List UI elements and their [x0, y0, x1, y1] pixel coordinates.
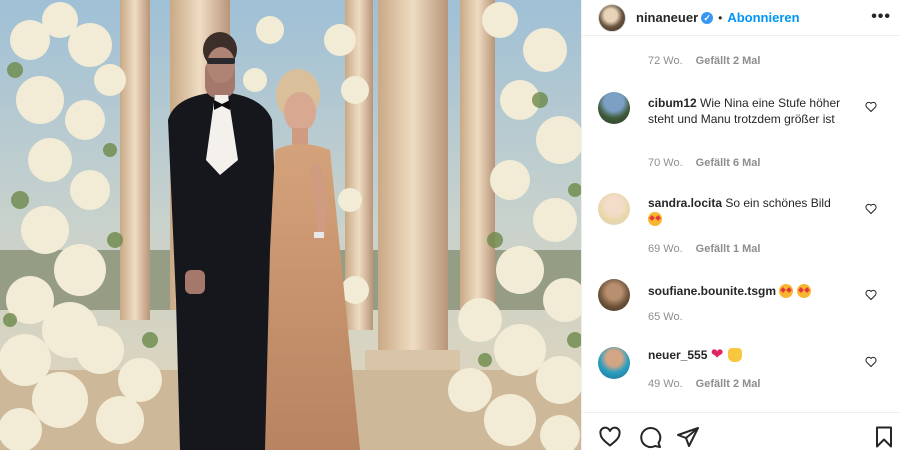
- star-struck-emoji-icon: [779, 284, 794, 298]
- comment-text: soufiane.bounite.tsgm: [648, 283, 858, 299]
- comment-like-icon[interactable]: [865, 101, 877, 113]
- comment-like-icon[interactable]: [865, 289, 877, 301]
- author-avatar[interactable]: [598, 3, 626, 32]
- comment-likes[interactable]: Gefällt 6 Mal: [696, 157, 761, 169]
- comment-bubble-icon[interactable]: [638, 425, 662, 449]
- comment-meta: 65 Wo.: [648, 311, 683, 323]
- comment-meta: 69 Wo. Gefällt 1 Mal: [648, 243, 760, 255]
- comment-text: neuer_555: [648, 346, 858, 363]
- red-heart-emoji-icon: [711, 346, 725, 362]
- comment-list[interactable]: 72 Wo. Gefällt 2 Mal cibum12 Wie Nina ei…: [582, 37, 900, 410]
- comment-like-icon[interactable]: [865, 356, 877, 368]
- comment-body: So ein schönes Bild: [725, 196, 831, 210]
- comment-meta: 49 Wo. Gefällt 2 Mal: [648, 378, 760, 390]
- raising-hands-emoji-icon: [728, 348, 743, 362]
- caption-meta: 72 Wo. Gefällt 2 Mal: [648, 55, 760, 67]
- star-struck-emoji-icon: [796, 284, 811, 298]
- comment-username[interactable]: sandra.locita: [648, 196, 722, 210]
- paper-plane-icon[interactable]: [676, 425, 700, 449]
- comment-time[interactable]: 69 Wo.: [648, 243, 683, 255]
- comment-username[interactable]: neuer_555: [648, 348, 707, 362]
- commenter-avatar[interactable]: [598, 92, 630, 124]
- comment-likes[interactable]: Gefällt 1 Mal: [696, 243, 761, 255]
- author-username[interactable]: ninaneuer: [636, 10, 698, 25]
- post-header: ninaneuer ✓ • Abonnieren •••: [582, 0, 900, 36]
- more-options-icon[interactable]: •••: [871, 8, 891, 26]
- verified-badge-icon: ✓: [701, 11, 714, 24]
- commenter-avatar[interactable]: [598, 347, 630, 379]
- comment-username[interactable]: soufiane.bounite.tsgm: [648, 284, 776, 298]
- post-actions-bar: [582, 412, 900, 450]
- wedding-photo-illustration: [0, 0, 581, 450]
- comment-likes[interactable]: Gefällt 2 Mal: [696, 378, 761, 390]
- comment-time[interactable]: 49 Wo.: [648, 378, 683, 390]
- separator-dot: •: [718, 10, 723, 25]
- commenter-avatar[interactable]: [598, 193, 630, 225]
- comment-like-icon[interactable]: [865, 203, 877, 215]
- comment-time[interactable]: 65 Wo.: [648, 311, 683, 323]
- follow-button[interactable]: Abonnieren: [727, 10, 799, 25]
- post-sidebar: ninaneuer ✓ • Abonnieren ••• 72 Wo. Gefä…: [581, 0, 900, 450]
- post-photo[interactable]: [0, 0, 581, 450]
- star-struck-emoji-icon: [648, 212, 662, 226]
- comment-username[interactable]: cibum12: [648, 96, 697, 110]
- comment-text: cibum12 Wie Nina eine Stufe höher steht …: [648, 95, 858, 127]
- comment-meta: 70 Wo. Gefällt 6 Mal: [648, 157, 760, 169]
- heart-outline-icon[interactable]: [598, 425, 622, 449]
- comment-text: sandra.locita So ein schönes Bild: [648, 195, 858, 227]
- bookmark-icon[interactable]: [872, 425, 896, 449]
- caption-time[interactable]: 72 Wo.: [648, 55, 683, 67]
- comment-time[interactable]: 70 Wo.: [648, 157, 683, 169]
- caption-likes[interactable]: Gefällt 2 Mal: [696, 55, 761, 67]
- commenter-avatar[interactable]: [598, 279, 630, 311]
